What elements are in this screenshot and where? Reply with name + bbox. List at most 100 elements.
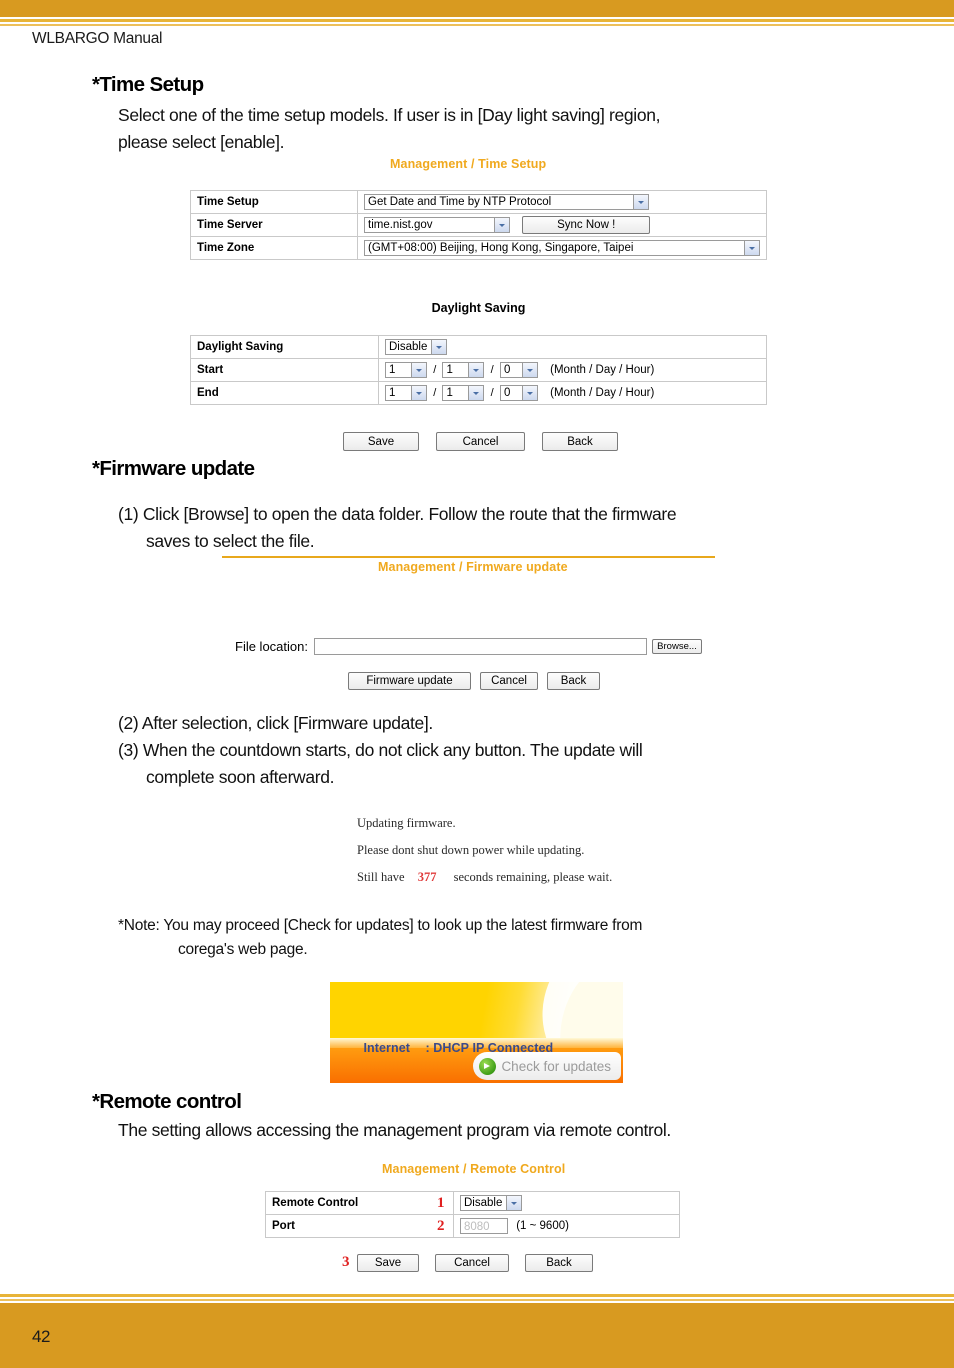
back-button[interactable]: Back — [547, 672, 600, 690]
page-top-stripe-2 — [0, 24, 954, 26]
daylight-saving-table: Daylight Saving Disable Start 1 / 1 / 0 … — [190, 335, 767, 405]
row-value-time-zone: (GMT+08:00) Beijing, Hong Kong, Singapor… — [357, 236, 767, 260]
row-value-remote-control: Disable — [453, 1191, 680, 1215]
chevron-down-icon — [633, 195, 648, 209]
page-top-stripe-1 — [0, 19, 954, 22]
table-row: Time Server time.nist.gov Sync Now ! — [190, 213, 767, 237]
chevron-down-icon — [506, 1196, 521, 1210]
remote-control-table: Remote Control Disable Port 8080 (1 ~ 96… — [265, 1191, 680, 1238]
row-label-port: Port — [265, 1214, 454, 1238]
row-label-time-setup: Time Setup — [190, 190, 358, 214]
screenshot-status-widget: Internet: DHCP IP Connected ESSID: coreg… — [330, 982, 623, 1083]
end-hour-select[interactable]: 0 — [499, 385, 538, 401]
row-value-end: 1 / 1 / 0 (Month / Day / Hour) — [378, 381, 767, 405]
page-top-bar — [0, 0, 954, 17]
remote-control-button-row: Save Cancel Back — [357, 1254, 593, 1272]
slash-separator: / — [433, 364, 437, 377]
cancel-button[interactable]: Cancel — [435, 1254, 509, 1272]
running-head: WLBARGO Manual — [32, 30, 163, 47]
annotation-marker-3: 3 — [342, 1254, 350, 1270]
firmware-step-1-line-2: saves to select the file. — [146, 531, 315, 551]
chevron-down-icon — [494, 218, 509, 232]
file-location-label: File location: — [235, 639, 308, 654]
row-value-start: 1 / 1 / 0 (Month / Day / Hour) — [378, 358, 767, 382]
table-row: Remote Control Disable — [265, 1191, 680, 1215]
time-server-select[interactable]: time.nist.gov — [364, 217, 510, 233]
start-hint: (Month / Day / Hour) — [550, 364, 655, 377]
back-button[interactable]: Back — [542, 432, 618, 451]
caption-management-firmware-update: Management / Firmware update — [378, 560, 568, 574]
port-input[interactable]: 8080 — [460, 1218, 508, 1234]
remote-control-select[interactable]: Disable — [460, 1195, 522, 1211]
table-row: Daylight Saving Disable — [190, 335, 767, 359]
widget-internet-row: Internet : DHCP IP Connected — [342, 1023, 561, 1074]
updating-firmware-line-2: Please dont shut down power while updati… — [357, 843, 585, 857]
daylight-saving-title: Daylight Saving — [431, 301, 526, 315]
cancel-button[interactable]: Cancel — [436, 432, 525, 451]
seconds-remaining-value: 377 — [417, 870, 437, 884]
save-button[interactable]: Save — [357, 1254, 419, 1272]
file-location-input[interactable] — [313, 638, 647, 655]
chevron-down-icon — [468, 363, 484, 377]
page-bottom-bar — [0, 1303, 954, 1368]
row-label-daylight-saving: Daylight Saving — [190, 335, 379, 359]
row-label-time-zone: Time Zone — [190, 236, 358, 260]
start-day-select[interactable]: 1 — [442, 362, 485, 378]
widget-status-lines: Internet: DHCP IP Connected ESSID: coreg… — [342, 989, 561, 1083]
row-value-time-setup: Get Date and Time by NTP Protocol — [357, 190, 767, 214]
internet-label: Internet — [363, 1041, 411, 1055]
firmware-step-3-line-1: (3) When the countdown starts, do not cl… — [118, 740, 643, 760]
caption-management-time-setup: Management / Time Setup — [390, 157, 547, 171]
table-row: Time Zone (GMT+08:00) Beijing, Hong Kong… — [190, 236, 767, 260]
row-label-remote-control: Remote Control — [265, 1191, 454, 1215]
firmware-step-1-line-1: (1) Click [Browse] to open the data fold… — [118, 504, 677, 524]
table-row: Time Setup Get Date and Time by NTP Prot… — [190, 190, 767, 214]
time-setup-body-line-1: Select one of the time setup models. If … — [118, 105, 661, 125]
screenshot-remote-control-table: Remote Control Disable Port 8080 (1 ~ 96… — [265, 1191, 680, 1239]
browse-button[interactable]: Browse... — [651, 639, 702, 654]
firmware-update-button[interactable]: Firmware update — [348, 672, 471, 690]
annotation-marker-2: 2 — [437, 1218, 445, 1234]
table-row: Port 8080 (1 ~ 9600) — [265, 1214, 680, 1238]
slash-separator: / — [490, 364, 494, 377]
start-hour-select[interactable]: 0 — [499, 362, 538, 378]
firmware-step-3-line-2: complete soon afterward. — [146, 767, 335, 787]
page-number: 42 — [32, 1327, 50, 1346]
start-month-select[interactable]: 1 — [385, 362, 427, 378]
screenshot-updating-firmware: Updating firmware. Please dont shut down… — [357, 810, 657, 891]
page-bottom-stripe-1 — [0, 1294, 954, 1297]
firmware-note-line-1: *Note: You may proceed [Check for update… — [118, 917, 643, 934]
cancel-button[interactable]: Cancel — [480, 672, 538, 690]
row-label-start: Start — [190, 358, 379, 382]
time-setup-body-line-2: please select [enable]. — [118, 132, 285, 152]
time-setup-select[interactable]: Get Date and Time by NTP Protocol — [364, 194, 649, 210]
chevron-down-icon — [411, 363, 426, 377]
firmware-note-line-2: corega's web page. — [178, 941, 308, 958]
screenshot-firmware-upload: File location: Browse... Firmware update… — [235, 638, 725, 708]
table-row: Start 1 / 1 / 0 (Month / Day / Hour) — [190, 358, 767, 382]
back-button[interactable]: Back — [525, 1254, 593, 1272]
sync-now-button[interactable]: Sync Now ! — [522, 216, 651, 234]
port-range-hint: (1 ~ 9600) — [516, 1220, 569, 1233]
row-value-daylight-saving: Disable — [378, 335, 767, 359]
row-value-time-server: time.nist.gov Sync Now ! — [357, 213, 767, 237]
remote-control-body: The setting allows accessing the managem… — [118, 1120, 671, 1140]
chevron-down-icon — [744, 241, 759, 255]
page-bottom-stripe-2 — [0, 1299, 954, 1301]
end-day-select[interactable]: 1 — [442, 385, 485, 401]
firmware-step-2: (2) After selection, click [Firmware upd… — [118, 713, 433, 733]
end-hint: (Month / Day / Hour) — [550, 387, 655, 400]
still-have-label: Still have — [357, 870, 405, 884]
caption-management-remote-control: Management / Remote Control — [382, 1162, 566, 1176]
time-zone-select[interactable]: (GMT+08:00) Beijing, Hong Kong, Singapor… — [364, 240, 760, 256]
slash-separator: / — [433, 387, 437, 400]
end-month-select[interactable]: 1 — [385, 385, 427, 401]
heading-time-setup: *Time Setup — [92, 73, 204, 96]
chevron-down-icon — [411, 386, 426, 400]
internet-value: : DHCP IP Connected — [425, 1041, 554, 1055]
updating-firmware-line-3: Still have 377 seconds remaining, please… — [357, 864, 657, 891]
save-button[interactable]: Save — [343, 432, 419, 451]
chevron-down-icon — [468, 386, 484, 400]
heading-remote-control: *Remote control — [92, 1090, 242, 1113]
daylight-saving-select[interactable]: Disable — [385, 339, 447, 355]
